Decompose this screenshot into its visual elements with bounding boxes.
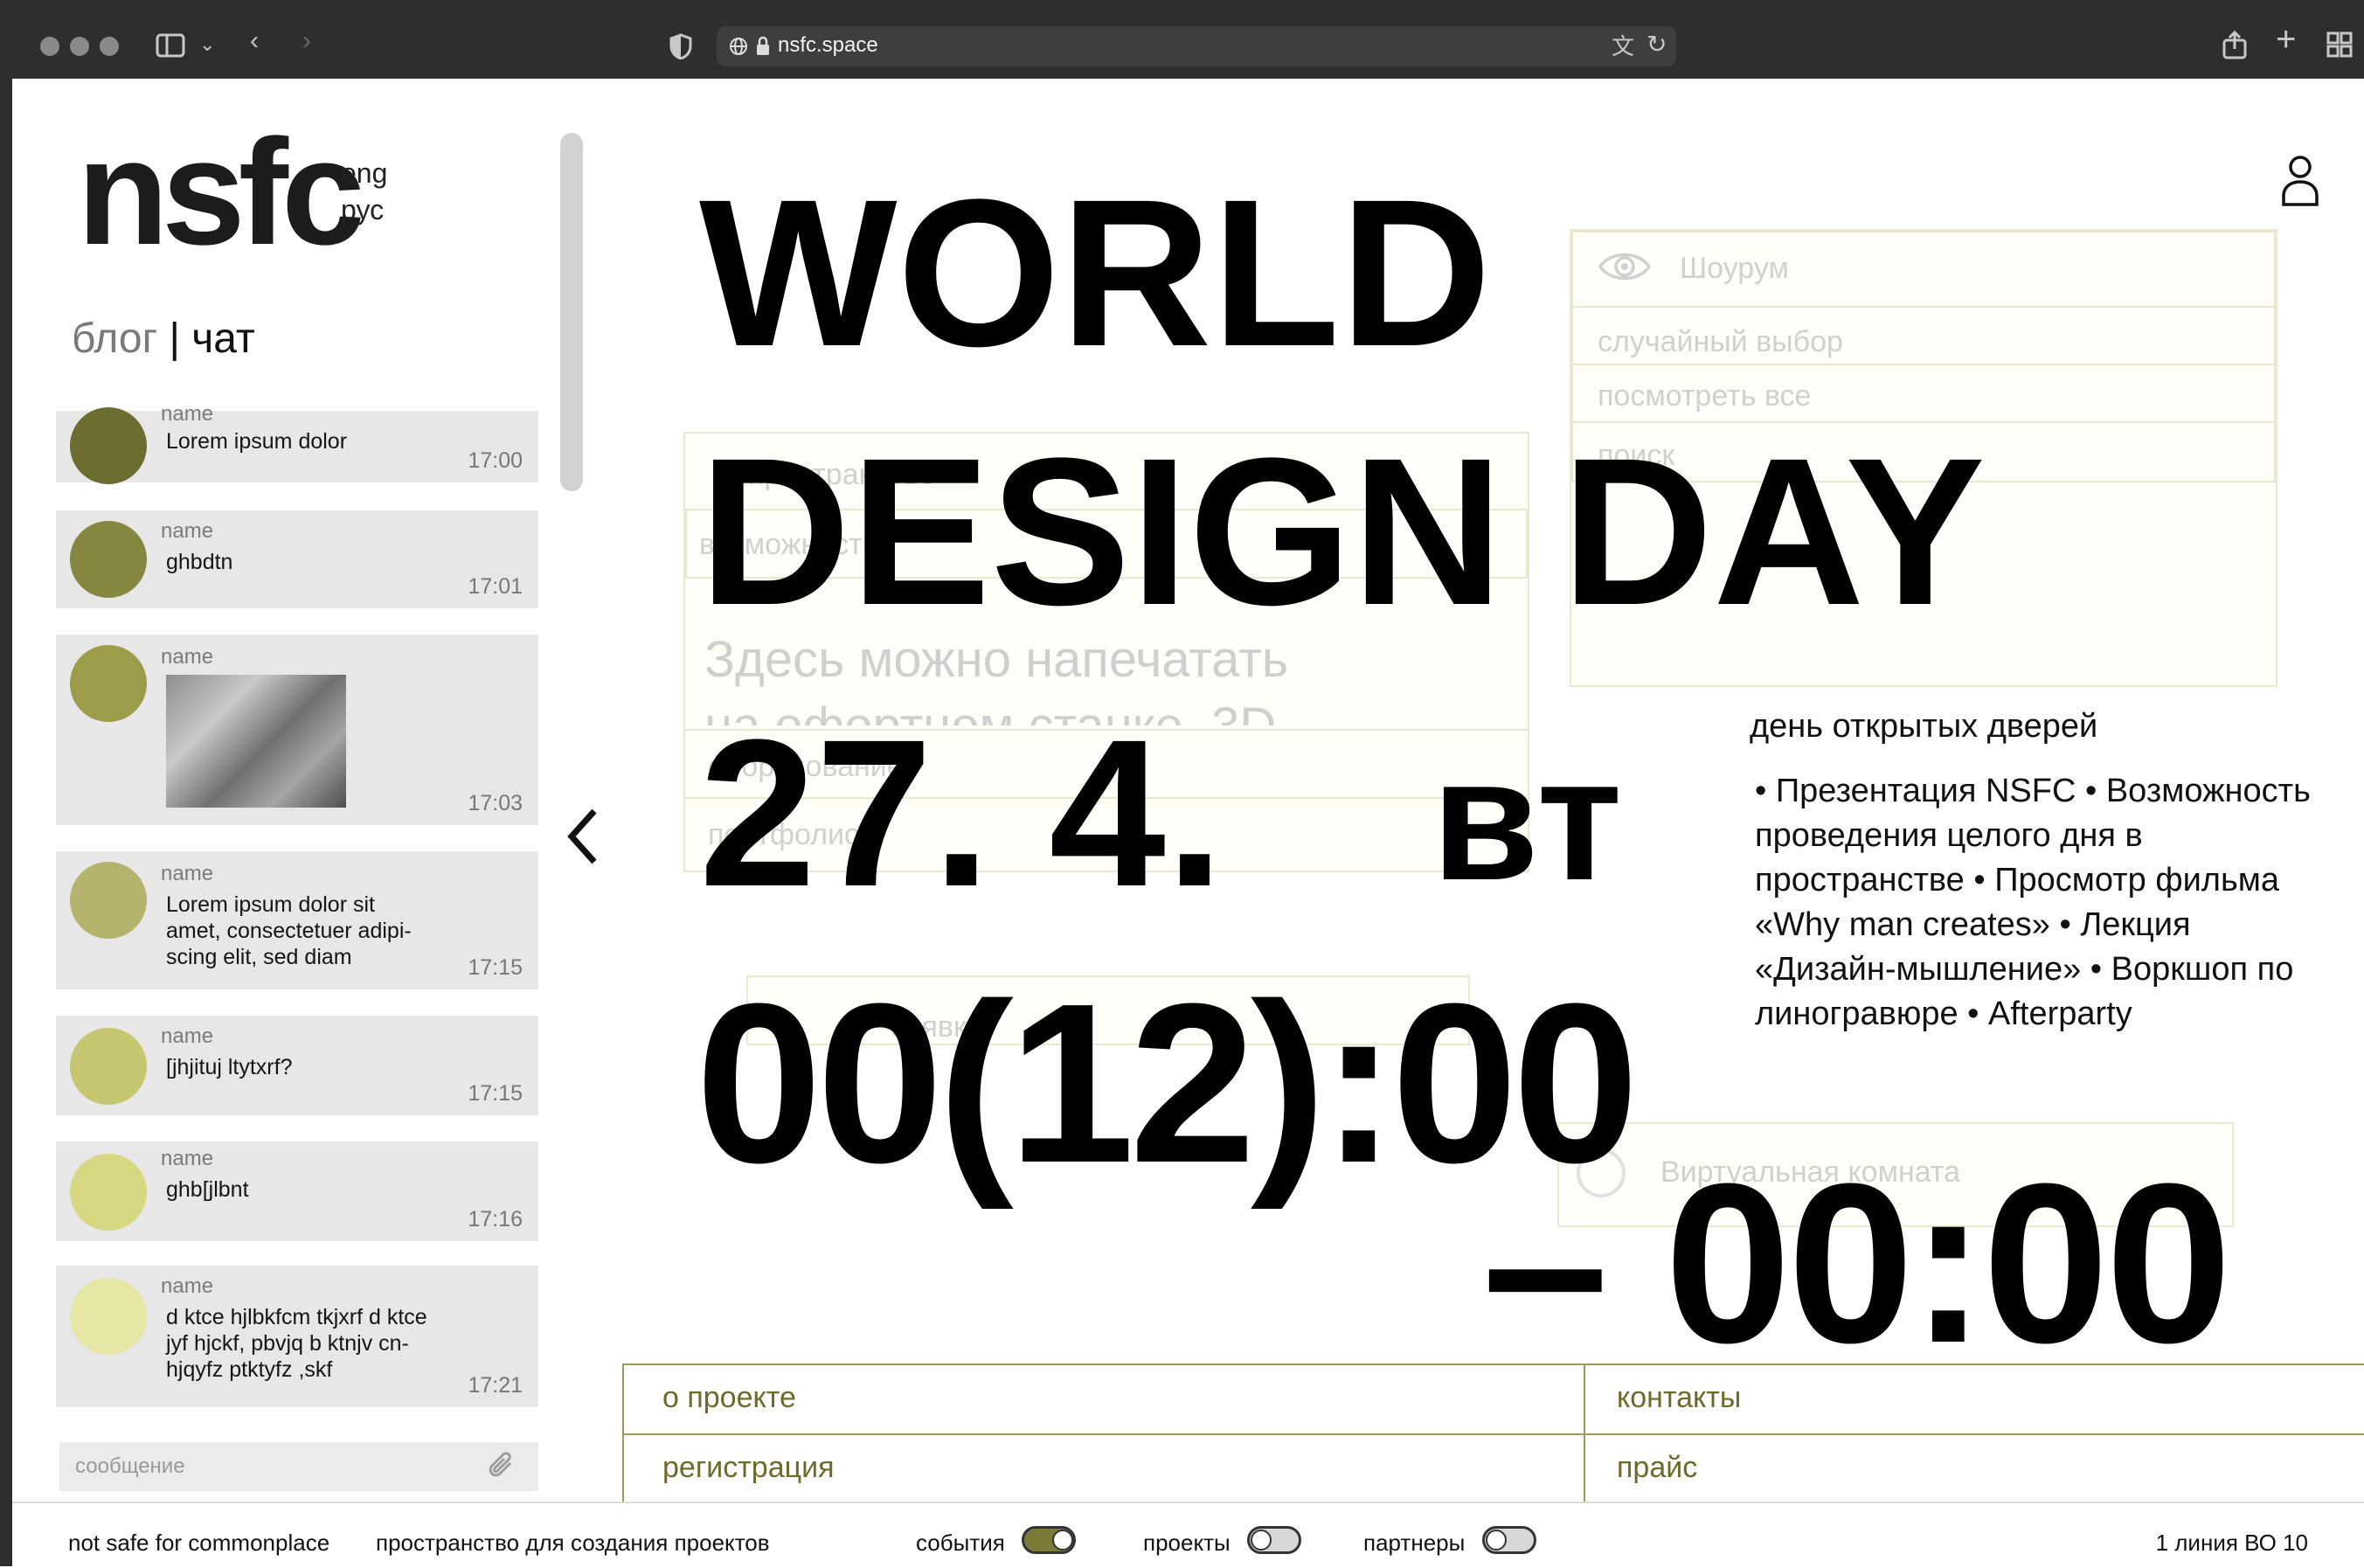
message-time: 17:03: [468, 791, 523, 815]
event-program: • Презентация NSFC • Возможность проведе…: [1755, 773, 2311, 1032]
url-text: nsfc.space: [778, 33, 878, 57]
footer-tagline: пространство для создания проектов: [376, 1530, 770, 1556]
lang-rus-link[interactable]: рус: [341, 194, 384, 226]
message-time: 17:00: [468, 448, 523, 473]
message-time: 17:16: [468, 1207, 523, 1232]
footer-brand: not safe for commonplace: [68, 1530, 330, 1556]
avatar[interactable]: [70, 1028, 147, 1105]
message-author: name: [161, 862, 214, 885]
lock-icon: [757, 36, 769, 55]
event-subtitle: день открытых дверей: [1750, 708, 2098, 745]
tab-separator: |: [169, 316, 180, 362]
browser-toolbar: ⌄ ‹ › nsfc.space 文 ↻ +: [0, 0, 2364, 79]
lang-eng-link[interactable]: eng: [341, 157, 387, 190]
showroom-label[interactable]: Шоурум: [1680, 252, 1789, 286]
registration-label: регистрация: [662, 1451, 835, 1484]
projects-toggle[interactable]: [1247, 1526, 1301, 1554]
globe-icon: [730, 38, 747, 55]
paperclip-icon[interactable]: [488, 1451, 517, 1482]
message-author: name: [161, 402, 214, 426]
avatar[interactable]: [70, 862, 147, 939]
event-weekday: вт: [1432, 722, 1623, 917]
message-time: 17:21: [468, 1373, 523, 1398]
message-time: 17:15: [468, 955, 523, 980]
reload-icon[interactable]: ↻: [1646, 31, 1667, 58]
avatar[interactable]: [70, 1154, 147, 1231]
chat-message[interactable]: name 17:03: [56, 635, 538, 825]
message-input[interactable]: [75, 1451, 460, 1482]
toggle-projects-label: проекты: [1143, 1530, 1231, 1556]
footer-address: 1 линия ВО 10: [2155, 1530, 2308, 1556]
message-time: 17:01: [468, 574, 523, 599]
toggle-events-label: события: [916, 1530, 1005, 1556]
zoom-window-icon[interactable]: [100, 37, 119, 56]
event-title-line2: DESIGN DAY: [699, 414, 1986, 649]
chat-message[interactable]: name Lorem ipsum dolor 17:00: [56, 402, 538, 484]
chevron-down-icon[interactable]: ⌄: [199, 31, 215, 58]
message-text: d ktce hjlbkfcm tkjxrf d ktce jyf hjckf,…: [166, 1305, 427, 1382]
chat-message[interactable]: name [jhjituj ltytxrf? 17:15: [56, 1016, 538, 1115]
message-author: name: [161, 1024, 214, 1048]
event-title-line1: WORLD: [699, 156, 1492, 390]
tab-chat[interactable]: чат: [191, 316, 255, 362]
message-composer: [59, 1442, 538, 1491]
blog-chat-tabs: блог | чат: [72, 315, 255, 363]
footer: not safe for commonplace пространство дл…: [12, 1502, 2364, 1568]
about-button[interactable]: о проекте: [622, 1363, 1587, 1437]
message-text: Lorem ipsum dolor: [166, 429, 348, 454]
message-text: Lorem ipsum dolor sit amet, consectetuer…: [166, 892, 412, 969]
message-text: [jhjituj ltytxrf?: [166, 1055, 293, 1079]
event-time-end: – 00:00: [1482, 1137, 2232, 1391]
chat-scrollbar[interactable]: [560, 133, 583, 491]
registration-button[interactable]: регистрация: [622, 1433, 1587, 1503]
message-author: name: [161, 645, 214, 669]
tab-overview-icon[interactable]: [2326, 31, 2353, 58]
message-text: ghbdtn: [166, 550, 233, 574]
shield-icon[interactable]: [669, 33, 692, 59]
new-tab-icon[interactable]: +: [2276, 22, 2296, 57]
message-author: name: [161, 519, 214, 543]
avatar[interactable]: [70, 521, 147, 598]
sidebar-toggle-icon[interactable]: [156, 33, 185, 58]
message-author: name: [161, 1147, 214, 1170]
chat-message[interactable]: name ghb[jlbnt 17:16: [56, 1141, 538, 1241]
translate-icon[interactable]: 文: [1612, 33, 1634, 59]
toggle-partners-label: партнеры: [1363, 1530, 1466, 1556]
site-logo[interactable]: nsfc: [77, 117, 365, 267]
avatar[interactable]: [70, 407, 147, 484]
contacts-label: контакты: [1617, 1381, 1742, 1414]
about-label: о проекте: [662, 1381, 796, 1414]
message-author: name: [161, 1274, 214, 1298]
avatar[interactable]: [70, 645, 147, 722]
close-window-icon[interactable]: [40, 37, 59, 56]
eye-icon: [1598, 253, 1652, 281]
showroom-header[interactable]: [1571, 231, 2276, 309]
share-icon[interactable]: [2222, 30, 2248, 59]
tab-blog[interactable]: блог: [72, 316, 157, 362]
chevron-left-icon[interactable]: [565, 806, 600, 867]
message-photo[interactable]: [166, 675, 346, 808]
partners-toggle[interactable]: [1482, 1526, 1536, 1554]
user-profile-icon[interactable]: [2281, 154, 2319, 206]
random-link[interactable]: случайный выбор: [1598, 325, 1843, 359]
message-text: ghb[jlbnt: [166, 1177, 249, 1202]
price-button[interactable]: прайс: [1584, 1433, 2364, 1503]
address-bar[interactable]: nsfc.space 文 ↻: [717, 26, 1676, 66]
view-all-link[interactable]: посмотреть все: [1598, 379, 1811, 413]
chat-message[interactable]: name ghbdtn 17:01: [56, 510, 538, 608]
chat-message[interactable]: name Lorem ipsum dolor sit amet, consect…: [56, 851, 538, 989]
events-toggle[interactable]: [1022, 1526, 1076, 1554]
chat-message[interactable]: name d ktce hjlbkfcm tkjxrf d ktce jyf h…: [56, 1266, 538, 1407]
event-date: 27. 4.: [699, 696, 1224, 930]
contacts-button[interactable]: контакты: [1584, 1363, 2364, 1437]
avatar[interactable]: [70, 1278, 147, 1355]
price-label: прайс: [1617, 1451, 1698, 1484]
back-icon[interactable]: ‹: [250, 28, 259, 54]
minimize-window-icon[interactable]: [70, 37, 89, 56]
window-edge: [0, 79, 12, 1566]
forward-icon[interactable]: ›: [302, 28, 311, 54]
message-time: 17:15: [468, 1081, 523, 1106]
